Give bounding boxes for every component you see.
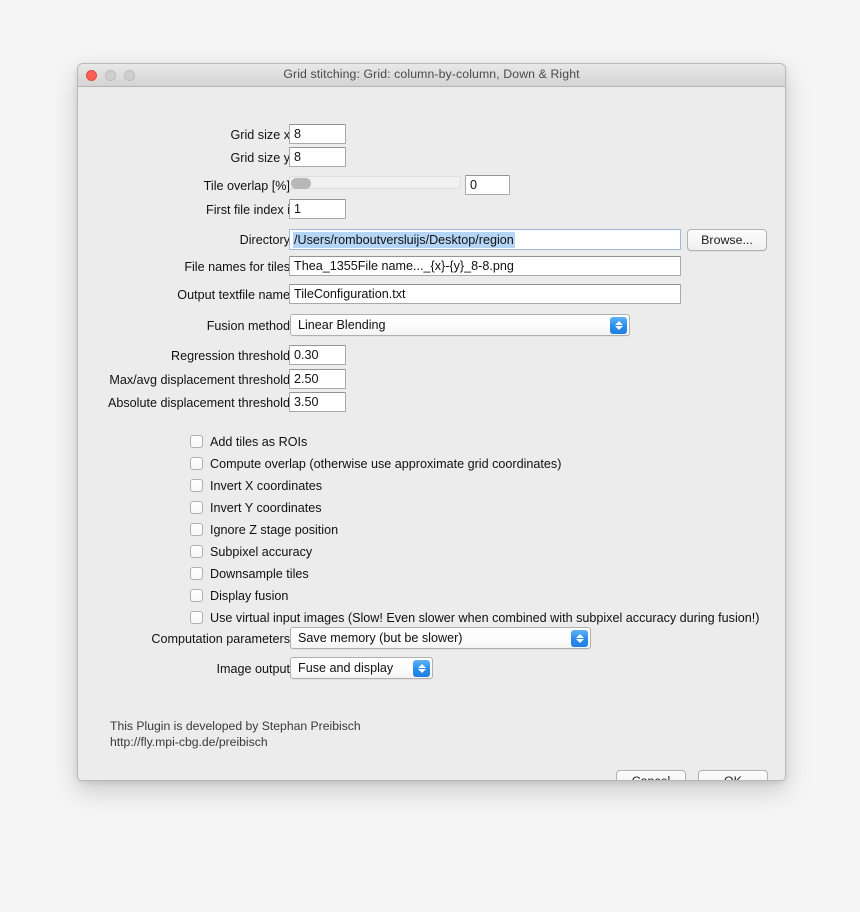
- computation-parameters-select[interactable]: Save memory (but be slower): [290, 627, 591, 649]
- chevron-updown-icon[interactable]: [571, 630, 588, 647]
- checkbox-downsample-tiles[interactable]: Downsample tiles: [190, 565, 309, 582]
- file-names-label: File names for tiles: [184, 260, 290, 274]
- checkbox-label: Ignore Z stage position: [210, 522, 339, 537]
- fusion-method-select[interactable]: Linear Blending: [290, 314, 630, 336]
- chevron-updown-icon[interactable]: [610, 317, 627, 334]
- regression-threshold-input[interactable]: [289, 345, 346, 365]
- image-output-value: Fuse and display: [298, 661, 394, 675]
- checkbox-invert-y-coordinates[interactable]: Invert Y coordinates: [190, 499, 322, 516]
- checkbox-compute-overlap[interactable]: Compute overlap (otherwise use approxima…: [190, 455, 561, 472]
- tile-overlap-input[interactable]: [465, 175, 510, 195]
- output-textfile-label: Output textfile name: [177, 288, 290, 302]
- tile-overlap-slider-thumb[interactable]: [291, 178, 311, 189]
- checkbox-box[interactable]: [190, 501, 203, 514]
- credits-author: This Plugin is developed by Stephan Prei…: [110, 719, 361, 733]
- output-textfile-input[interactable]: [289, 284, 681, 304]
- credits-url: http://fly.mpi-cbg.de/preibisch: [110, 735, 268, 749]
- directory-input-value: /Users/romboutversluijs/Desktop/region: [293, 231, 515, 248]
- first-file-index-label: First file index i: [206, 203, 290, 217]
- checkbox-box[interactable]: [190, 611, 203, 624]
- checkbox-subpixel-accuracy[interactable]: Subpixel accuracy: [190, 543, 312, 560]
- grid-size-y-input[interactable]: [289, 147, 346, 167]
- max-avg-displacement-input[interactable]: [289, 369, 346, 389]
- image-output-select[interactable]: Fuse and display: [290, 657, 433, 679]
- checkbox-box[interactable]: [190, 545, 203, 558]
- image-output-label: Image output: [216, 662, 290, 676]
- absolute-displacement-label: Absolute displacement threshold: [107, 396, 290, 410]
- chevron-updown-icon[interactable]: [413, 660, 430, 677]
- title-bar[interactable]: Grid stitching: Grid: column-by-column, …: [78, 64, 785, 87]
- checkbox-use-virtual-input-images[interactable]: Use virtual input images (Slow! Even slo…: [190, 609, 759, 626]
- file-names-input[interactable]: [289, 256, 681, 276]
- checkbox-box[interactable]: [190, 567, 203, 580]
- browse-button[interactable]: Browse...: [687, 229, 767, 251]
- checkbox-display-fusion[interactable]: Display fusion: [190, 587, 288, 604]
- window-title: Grid stitching: Grid: column-by-column, …: [283, 67, 580, 81]
- checkbox-invert-x-coordinates[interactable]: Invert X coordinates: [190, 477, 322, 494]
- directory-input[interactable]: /Users/romboutversluijs/Desktop/region: [289, 229, 681, 250]
- checkbox-box[interactable]: [190, 457, 203, 470]
- grid-size-x-input[interactable]: [289, 124, 346, 144]
- dialog-content: Grid size x Grid size y Tile overlap [%]…: [78, 87, 785, 780]
- computation-parameters-label: Computation parameters: [151, 632, 290, 646]
- checkbox-label: Downsample tiles: [210, 566, 309, 581]
- ok-button[interactable]: OK: [698, 770, 768, 780]
- checkbox-box[interactable]: [190, 589, 203, 602]
- checkbox-label: Invert Y coordinates: [210, 500, 322, 515]
- cancel-button[interactable]: Cancel: [616, 770, 686, 780]
- max-avg-displacement-label: Max/avg displacement threshold: [109, 373, 290, 387]
- first-file-index-input[interactable]: [289, 199, 346, 219]
- checkbox-label: Add tiles as ROIs: [210, 434, 308, 449]
- checkbox-box[interactable]: [190, 435, 203, 448]
- grid-size-y-label: Grid size y: [230, 151, 290, 165]
- computation-parameters-value: Save memory (but be slower): [298, 631, 463, 645]
- checkbox-label: Subpixel accuracy: [210, 544, 313, 559]
- fusion-method-label: Fusion method: [206, 319, 290, 333]
- checkbox-label: Display fusion: [210, 588, 289, 603]
- dialog-window: Grid stitching: Grid: column-by-column, …: [77, 63, 786, 781]
- checkbox-add-tiles-as-rois[interactable]: Add tiles as ROIs: [190, 433, 307, 450]
- checkbox-box[interactable]: [190, 523, 203, 536]
- checkbox-label: Use virtual input images (Slow! Even slo…: [210, 610, 760, 625]
- checkbox-label: Compute overlap (otherwise use approxima…: [210, 456, 562, 471]
- regression-threshold-label: Regression threshold: [170, 349, 290, 363]
- grid-size-x-label: Grid size x: [230, 128, 290, 142]
- checkbox-ignore-z-stage-position[interactable]: Ignore Z stage position: [190, 521, 338, 538]
- tile-overlap-slider[interactable]: [289, 176, 461, 189]
- tile-overlap-label: Tile overlap [%]: [203, 179, 290, 193]
- checkbox-label: Invert X coordinates: [210, 478, 323, 493]
- absolute-displacement-input[interactable]: [289, 392, 346, 412]
- directory-label: Directory: [239, 233, 290, 247]
- checkbox-box[interactable]: [190, 479, 203, 492]
- fusion-method-value: Linear Blending: [298, 318, 386, 332]
